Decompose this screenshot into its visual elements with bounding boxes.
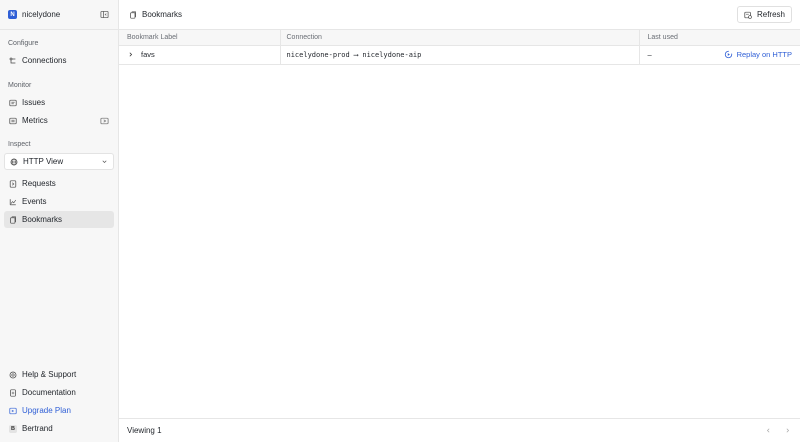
sidebar-item-events[interactable]: Events xyxy=(4,193,114,210)
sidebar-item-metrics[interactable]: Metrics xyxy=(4,112,114,129)
page-title-group: Bookmarks xyxy=(129,10,737,19)
column-header-bookmark-label[interactable]: Bookmark Label xyxy=(119,30,281,46)
last-used-text: – xyxy=(647,50,652,59)
workspace-switcher[interactable]: N nicelydone xyxy=(0,0,118,30)
viewing-count: Viewing 1 xyxy=(127,426,162,435)
refresh-icon xyxy=(744,11,752,19)
workspace-name: nicelydone xyxy=(22,10,61,19)
sidebar-bottom: Help & Support Documentation Upgrade Pla… xyxy=(0,365,118,438)
section-inspect: Inspect xyxy=(8,140,31,148)
help-icon xyxy=(9,371,17,379)
events-icon xyxy=(9,198,17,206)
workspace-logo: N xyxy=(8,10,17,19)
sidebar-item-label: Documentation xyxy=(22,388,76,397)
refresh-label: Refresh xyxy=(756,10,785,19)
collapse-sidebar-icon[interactable] xyxy=(98,9,110,21)
column-header-connection[interactable]: Connection xyxy=(280,30,640,46)
replay-label: Replay on HTTP xyxy=(736,50,792,59)
chevron-right-icon[interactable] xyxy=(127,51,135,59)
sidebar-item-http-view[interactable]: HTTP View xyxy=(4,153,114,170)
table-footer: Viewing 1 xyxy=(119,418,800,442)
page-title: Bookmarks xyxy=(142,10,183,19)
document-icon xyxy=(9,388,17,397)
sidebar-item-label: Upgrade Plan xyxy=(22,406,71,415)
page-header: Bookmarks Refresh xyxy=(119,0,800,30)
avatar: B xyxy=(9,424,17,433)
table-row[interactable]: favs nicelydone-prod ⟶ nicelydone-aip – … xyxy=(119,45,800,65)
sidebar-item-label: Requests xyxy=(22,179,56,188)
chevron-down-icon xyxy=(101,158,108,165)
sidebar-item-upgrade-plan[interactable]: Upgrade Plan xyxy=(4,402,114,419)
bookmark-icon xyxy=(9,215,17,224)
sidebar-item-documentation[interactable]: Documentation xyxy=(4,384,114,401)
chevron-left-icon[interactable] xyxy=(763,426,773,436)
main-content: Bookmarks Refresh Bookmark Label Connect… xyxy=(119,0,800,442)
sidebar-item-label: Events xyxy=(22,197,47,206)
sidebar-item-help[interactable]: Help & Support xyxy=(4,366,114,383)
bookmarks-table: Bookmark Label Connection Last used favs… xyxy=(119,30,800,65)
upgrade-icon xyxy=(9,407,17,415)
sidebar-item-label: Issues xyxy=(22,98,46,107)
connections-icon xyxy=(9,57,17,65)
sidebar-item-requests[interactable]: Requests xyxy=(4,175,114,192)
sidebar-item-label: Help & Support xyxy=(22,370,77,379)
cell-connection: nicelydone-prod ⟶ nicelydone-aip xyxy=(280,45,640,65)
cell-last-used: – Replay on HTTP xyxy=(639,45,800,65)
pagination xyxy=(763,426,792,436)
metrics-icon xyxy=(9,117,17,125)
section-configure: Configure xyxy=(8,39,39,47)
replay-icon xyxy=(724,50,733,59)
sidebar-item-label: Bookmarks xyxy=(22,215,63,224)
globe-icon xyxy=(10,158,18,166)
column-header-last-used[interactable]: Last used xyxy=(639,30,800,46)
issues-icon xyxy=(9,99,17,107)
bookmark-label-text: favs xyxy=(141,50,155,59)
section-monitor: Monitor xyxy=(8,81,32,89)
cell-bookmark-label: favs xyxy=(119,45,281,65)
refresh-button[interactable]: Refresh xyxy=(736,6,792,23)
requests-icon xyxy=(9,179,17,188)
chevron-right-icon[interactable] xyxy=(782,426,792,436)
replay-on-http-button[interactable]: Replay on HTTP xyxy=(724,50,792,59)
metrics-new-tab-icon[interactable] xyxy=(100,117,109,125)
sidebar: N nicelydone Configure Connections Monit… xyxy=(0,0,119,442)
bookmark-icon xyxy=(129,10,137,19)
sidebar-item-bookmarks[interactable]: Bookmarks xyxy=(4,211,114,228)
sidebar-item-label: Metrics xyxy=(22,116,48,125)
sidebar-item-issues[interactable]: Issues xyxy=(4,94,114,111)
user-name: Bertrand xyxy=(22,424,53,433)
sidebar-item-label: Connections xyxy=(22,56,67,65)
sidebar-item-connections[interactable]: Connections xyxy=(4,52,114,69)
connection-text: nicelydone-prod ⟶ nicelydone-aip xyxy=(286,51,422,59)
user-menu[interactable]: B Bertrand xyxy=(4,420,114,437)
table-header-row: Bookmark Label Connection Last used xyxy=(119,30,800,46)
sidebar-item-label: HTTP View xyxy=(23,157,64,166)
